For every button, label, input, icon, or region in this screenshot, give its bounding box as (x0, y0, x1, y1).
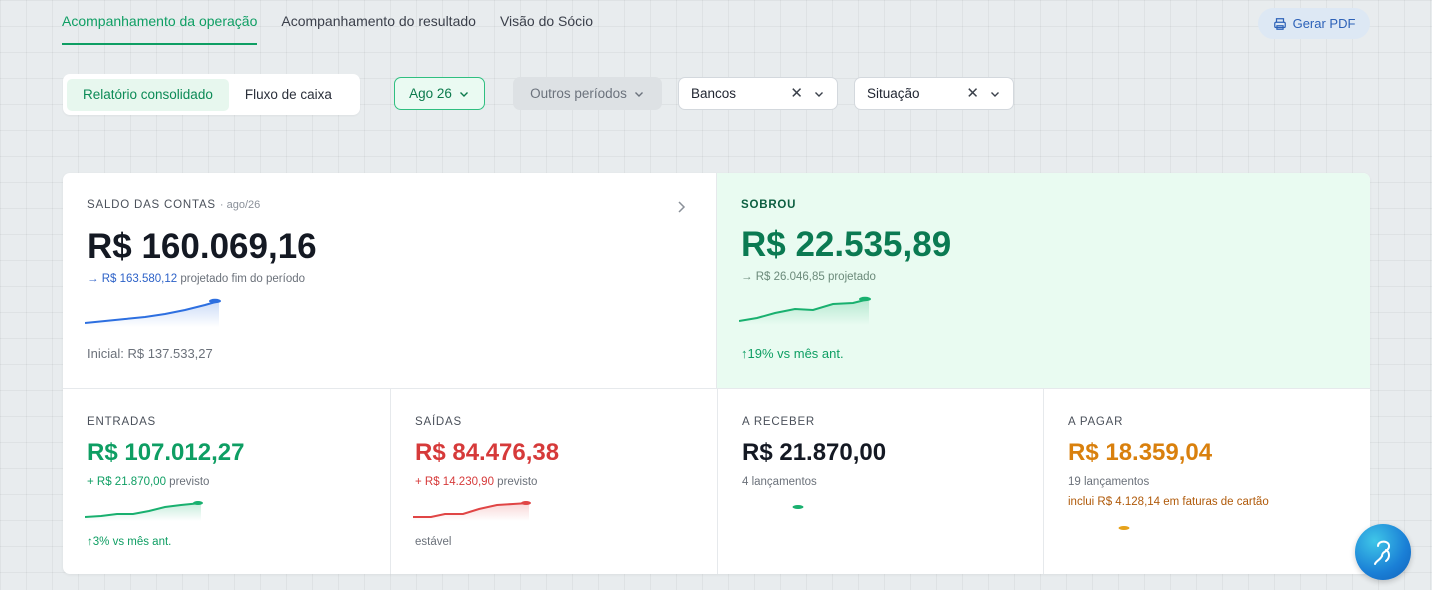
payable-sparkline (1118, 526, 1130, 530)
banks-select[interactable]: Bancos ✕ (678, 77, 838, 110)
top-nav: Acompanhamento da operação Acompanhament… (62, 0, 593, 45)
income-value: R$ 107.012,27 (87, 439, 245, 466)
balance-sparkline (85, 298, 221, 327)
chevron-down-icon[interactable] (989, 88, 1001, 100)
panel-account-balance[interactable]: SALDO DAS CONTAS · ago/26 R$ 160.069,16 →… (63, 173, 717, 388)
segment-cash-flow[interactable]: Fluxo de caixa (229, 79, 348, 111)
tab-visao-socio[interactable]: Visão do Sócio (500, 0, 593, 45)
clear-icon[interactable]: ✕ (790, 86, 803, 101)
balance-initial: Inicial: R$ 137.533,27 (87, 346, 213, 361)
surplus-change: ↑19% vs mês ant. (741, 346, 844, 361)
month-selector[interactable]: Ago 26 (394, 77, 485, 110)
dashboard-card: SALDO DAS CONTAS · ago/26 R$ 160.069,16 →… (63, 173, 1370, 574)
chevron-down-icon (459, 91, 468, 97)
payable-value: R$ 18.359,04 (1068, 439, 1213, 466)
expenses-sparkline (413, 501, 531, 521)
panel-receivable[interactable]: A RECEBER R$ 21.870,00 4 lançamentos (718, 389, 1044, 574)
expenses-forecast: + R$ 14.230,90 previsto (415, 476, 538, 488)
status-select-value: Situação (867, 86, 920, 101)
income-sparkline (85, 501, 203, 521)
income-note: ↑3% vs mês ant. (87, 536, 172, 548)
receivable-count: 4 lançamentos (742, 476, 817, 488)
assistant-button[interactable] (1355, 524, 1411, 580)
surplus-label: SOBROU (741, 199, 797, 211)
status-select[interactable]: Situação ✕ (854, 77, 1014, 110)
generate-pdf-button[interactable]: Gerar PDF (1258, 8, 1370, 39)
payable-count: 19 lançamentos (1068, 476, 1150, 488)
summary-row: ENTRADAS R$ 107.012,27 + R$ 21.870,00 pr… (63, 388, 1370, 574)
expenses-note: estável (415, 536, 452, 548)
balance-projected: → R$ 163.580,12 projetado fim do período (87, 273, 306, 285)
other-periods-label: Outros períodos (530, 86, 627, 101)
expenses-value: R$ 84.476,38 (415, 439, 560, 466)
clear-icon[interactable]: ✕ (966, 86, 979, 101)
balance-label: SALDO DAS CONTAS · ago/26 (87, 199, 261, 211)
panel-payable[interactable]: A PAGAR R$ 18.359,04 19 lançamentos incl… (1044, 389, 1370, 574)
income-forecast: + R$ 21.870,00 previsto (87, 476, 210, 488)
tab-resultado[interactable]: Acompanhamento do resultado (281, 0, 476, 45)
surplus-projected: → R$ 26.046,85 projetado (741, 271, 876, 283)
balance-value: R$ 160.069,16 (87, 227, 317, 266)
balance-period: · ago/26 (219, 199, 261, 211)
payable-label: A PAGAR (1068, 416, 1124, 428)
printer-icon (1273, 17, 1286, 30)
other-periods-button[interactable]: Outros períodos (513, 77, 662, 110)
receivable-label: A RECEBER (742, 416, 816, 428)
income-label: ENTRADAS (87, 416, 157, 428)
tab-operacao[interactable]: Acompanhamento da operação (62, 0, 258, 45)
receivable-value: R$ 21.870,00 (742, 439, 887, 466)
surplus-value: R$ 22.535,89 (741, 225, 952, 264)
assistant-icon (1374, 540, 1390, 565)
chevron-down-icon (634, 91, 643, 97)
panel-surplus[interactable]: SOBROU R$ 22.535,89 → R$ 26.046,85 proje… (717, 173, 1370, 388)
month-label: Ago 26 (409, 86, 452, 101)
panel-expenses[interactable]: SAÍDAS R$ 84.476,38 + R$ 14.230,90 previ… (391, 389, 718, 574)
chevron-right-icon[interactable] (674, 199, 688, 215)
payable-card-note: inclui R$ 4.128,14 em faturas de cartão (1068, 496, 1269, 508)
expenses-label: SAÍDAS (415, 416, 462, 428)
chevron-down-icon[interactable] (813, 88, 825, 100)
receivable-sparkline (792, 505, 804, 509)
report-type-segment: Relatório consolidado Fluxo de caixa (63, 74, 360, 115)
segment-consolidated[interactable]: Relatório consolidado (67, 78, 229, 111)
surplus-sparkline (739, 296, 871, 325)
banks-select-value: Bancos (691, 86, 737, 101)
panel-income[interactable]: ENTRADAS R$ 107.012,27 + R$ 21.870,00 pr… (63, 389, 391, 574)
generate-pdf-label: Gerar PDF (1292, 16, 1356, 31)
